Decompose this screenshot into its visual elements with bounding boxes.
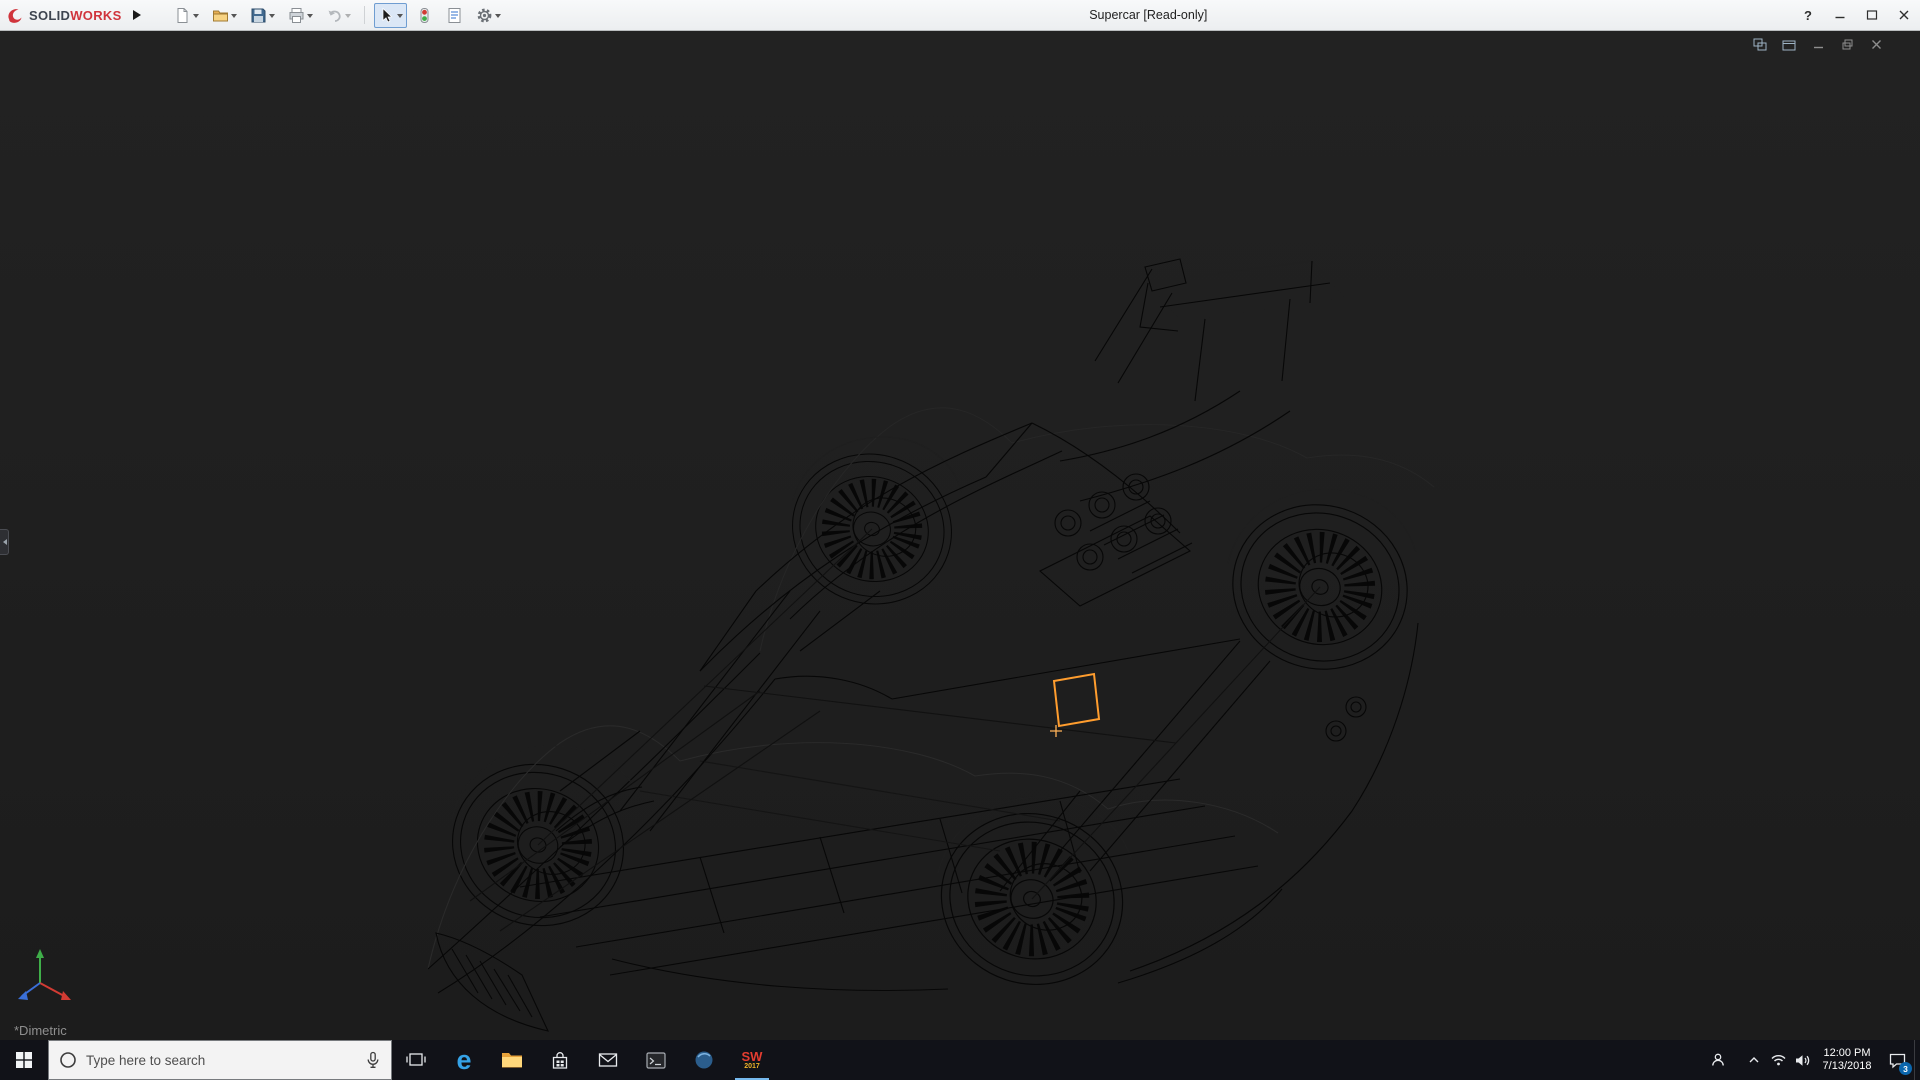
- clock-time: 12:00 PM: [1819, 1047, 1875, 1060]
- toolbar-flyout-arrow-icon[interactable]: [132, 5, 148, 25]
- notification-count-badge: 3: [1899, 1062, 1912, 1075]
- open-button[interactable]: [208, 3, 241, 28]
- solidworks-ds-logo-icon: [5, 5, 25, 25]
- network-button[interactable]: [1766, 1040, 1790, 1080]
- minimize-button[interactable]: [1824, 0, 1856, 31]
- mail-envelope-icon: [598, 1052, 618, 1068]
- task-view-button[interactable]: [392, 1040, 440, 1080]
- start-button[interactable]: [0, 1040, 48, 1080]
- taskbar-search[interactable]: [48, 1040, 392, 1080]
- action-center-button[interactable]: 3: [1880, 1040, 1914, 1080]
- file-properties-button[interactable]: [442, 3, 467, 28]
- windows-taskbar: e SW 2017: [0, 1040, 1920, 1080]
- system-tray: 12:00 PM 7/13/2018 3: [1706, 1040, 1920, 1080]
- select-dropdown-icon[interactable]: [397, 14, 403, 21]
- hidden-icons-button[interactable]: [1742, 1040, 1766, 1080]
- undo-button[interactable]: [322, 3, 355, 28]
- edge-button[interactable]: e: [440, 1040, 488, 1080]
- volume-button[interactable]: [1790, 1040, 1814, 1080]
- open-folder-icon: [212, 7, 229, 24]
- maximize-icon: [1866, 9, 1878, 21]
- open-dropdown-icon[interactable]: [231, 14, 237, 21]
- file-explorer-button[interactable]: [488, 1040, 536, 1080]
- blue-sphere-icon: [694, 1050, 714, 1070]
- rebuild-stoplight-icon: [416, 7, 433, 24]
- doc-restore-button[interactable]: [1839, 37, 1855, 52]
- edge-icon: e: [456, 1048, 471, 1072]
- print-dropdown-icon[interactable]: [307, 14, 313, 21]
- options-gear-icon: [476, 7, 493, 24]
- print-icon: [288, 7, 305, 24]
- orientation-triad-icon: [18, 949, 71, 1000]
- save-floppy-icon: [250, 7, 267, 24]
- file-properties-icon: [446, 7, 463, 24]
- minimize-icon: [1834, 9, 1846, 21]
- featuremanager-collapsed-tab[interactable]: [0, 529, 9, 555]
- undo-dropdown-icon[interactable]: [345, 14, 351, 21]
- cortana-circle-icon: [59, 1051, 77, 1069]
- wireframe-car-drawing: [0, 31, 1920, 1040]
- show-desktop-button[interactable]: [1914, 1040, 1920, 1080]
- doc-close-icon: [1870, 38, 1883, 51]
- window-controls: ?: [1792, 0, 1920, 31]
- help-button[interactable]: ?: [1792, 0, 1824, 31]
- doc-minimize-button[interactable]: [1810, 37, 1826, 52]
- task-view-icon: [406, 1051, 426, 1069]
- new-document-dropdown-icon[interactable]: [193, 14, 199, 21]
- save-dropdown-icon[interactable]: [269, 14, 275, 21]
- print-button[interactable]: [284, 3, 317, 28]
- rebuild-button[interactable]: [412, 3, 437, 28]
- solidworks-logo: SOLIDWORKS: [5, 5, 122, 25]
- mail-button[interactable]: [584, 1040, 632, 1080]
- view-orientation-label: *Dimetric: [14, 1023, 67, 1038]
- undo-arrow-icon: [326, 7, 343, 24]
- clock-date: 7/13/2018: [1819, 1060, 1875, 1073]
- windows-start-icon: [16, 1052, 32, 1068]
- doc-cascade-button[interactable]: [1781, 37, 1797, 52]
- options-dropdown-icon[interactable]: [495, 14, 501, 21]
- main-toolbar: [170, 3, 505, 28]
- window-title: Supercar [Read-only]: [505, 8, 1792, 22]
- close-icon: [1898, 9, 1910, 21]
- options-button[interactable]: [472, 3, 505, 28]
- car-wireframe-geometry: [428, 259, 1434, 1031]
- save-button[interactable]: [246, 3, 279, 28]
- document-window-controls: [1752, 37, 1884, 52]
- graphics-viewport[interactable]: *Dimetric: [0, 31, 1920, 1040]
- doc-tile-button[interactable]: [1752, 37, 1768, 52]
- solidworks-brand-text: SOLIDWORKS: [29, 8, 122, 23]
- cascade-windows-icon: [1782, 38, 1796, 51]
- select-button[interactable]: [374, 3, 407, 28]
- tile-windows-icon: [1753, 38, 1767, 51]
- people-button[interactable]: [1706, 1040, 1730, 1080]
- close-button[interactable]: [1888, 0, 1920, 31]
- doc-minimize-icon: [1812, 38, 1825, 51]
- expand-panel-arrow-icon: [0, 539, 7, 545]
- store-button[interactable]: [536, 1040, 584, 1080]
- doc-restore-icon: [1841, 38, 1854, 51]
- people-icon: [1710, 1052, 1726, 1068]
- solidworks-app-button[interactable]: SW 2017: [728, 1040, 776, 1080]
- search-input[interactable]: [86, 1053, 356, 1068]
- selection-highlight-box: [1050, 674, 1099, 737]
- blue-sphere-app-button[interactable]: [680, 1040, 728, 1080]
- titlebar: SOLIDWORKS: [0, 0, 1920, 31]
- terminal-window-icon: [646, 1052, 666, 1069]
- maximize-button[interactable]: [1856, 0, 1888, 31]
- chevron-up-icon: [1747, 1053, 1761, 1067]
- microphone-icon[interactable]: [365, 1051, 381, 1069]
- new-document-button[interactable]: [170, 3, 203, 28]
- taskbar-clock[interactable]: 12:00 PM 7/13/2018: [1814, 1047, 1880, 1073]
- terminal-app-button[interactable]: [632, 1040, 680, 1080]
- doc-close-button[interactable]: [1868, 37, 1884, 52]
- speaker-icon: [1794, 1053, 1811, 1068]
- file-explorer-icon: [501, 1051, 523, 1069]
- store-bag-icon: [551, 1051, 569, 1070]
- toolbar-separator: [364, 6, 365, 24]
- solidworks-2017-icon: SW 2017: [737, 1045, 767, 1075]
- wifi-icon: [1770, 1053, 1787, 1067]
- select-cursor-icon: [378, 7, 395, 24]
- new-document-icon: [174, 7, 191, 24]
